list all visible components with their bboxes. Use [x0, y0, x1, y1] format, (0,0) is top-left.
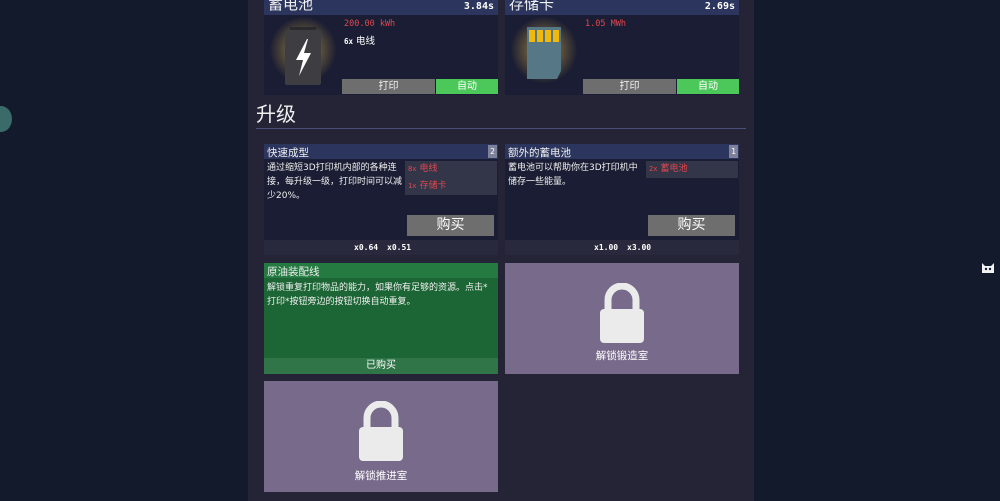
upgrade-description: 解锁重复打印物品的能力，如果你有足够的资源。点击*打印*按钮旁边的按钮切换自动重… — [267, 283, 488, 307]
auto-toggle-button[interactable]: 自动 — [436, 79, 498, 94]
producer-header: 蓄电池 3.84s — [264, 0, 498, 15]
upgrade-header: 原油装配线 — [264, 263, 498, 278]
print-button[interactable]: 打印 — [342, 79, 435, 94]
upgrade-level-badge: 1 — [729, 145, 738, 158]
upgrade-title: 快速成型 — [267, 147, 309, 159]
requirement-name: 电线 — [356, 36, 376, 47]
producer-time: 3.84s — [463, 1, 494, 12]
producer-time: 2.69s — [704, 1, 735, 12]
side-handle[interactable] — [0, 106, 12, 132]
upgrades-divider — [256, 128, 746, 129]
buy-upgrade-button[interactable]: 购买 — [407, 215, 494, 236]
upgrade-cost-item: 8x 电线 — [405, 161, 497, 178]
memory-card-icon — [527, 27, 561, 79]
producer-battery: 蓄电池 3.84s 200.00 kWh 6x 电线 打印 自动 — [264, 0, 498, 95]
upgrade-description: 蓄电池可以帮助你在3D打印机中储存一些能量。 — [508, 163, 638, 187]
upgrades-heading: 升级 — [256, 102, 296, 126]
cost-qty: 2x — [649, 165, 658, 173]
upgrade-description: 通过缩短3D打印机内部的各种连接，每升级一级，打印时间可以减少20%。 — [267, 163, 403, 201]
purchased-status: 已购买 — [264, 358, 498, 374]
cost-name: 蓄电池 — [660, 164, 688, 174]
cost-name: 电线 — [419, 164, 438, 174]
producer-output: 200.00 kWh — [344, 19, 396, 29]
upgrade-level-badge: 2 — [488, 145, 497, 158]
upgrade-card-extra-battery: 额外的蓄电池 1 蓄电池可以帮助你在3D打印机中储存一些能量。 2x 蓄电池 购买… — [505, 144, 739, 255]
lock-icon — [600, 283, 644, 343]
requirement-qty: 6x — [344, 37, 354, 46]
locked-propulsion-room[interactable]: 解锁推进室 — [264, 381, 498, 492]
upgrade-cost-item: 1x 存储卡 — [405, 178, 497, 195]
upgrade-header: 快速成型 2 — [264, 144, 498, 159]
producer-output: 1.05 MWh — [585, 19, 626, 29]
lightning-icon — [285, 27, 321, 85]
next-multiplier: x3.00 — [627, 243, 652, 252]
upgrade-title: 额外的蓄电池 — [508, 147, 571, 159]
purchased-upgrade-crude-assembly: 原油装配线 解锁重复打印物品的能力，如果你有足够的资源。点击*打印*按钮旁边的按… — [264, 263, 498, 374]
producer-requirement: 6x 电线 — [344, 33, 375, 47]
unlock-label: 解锁锻造室 — [595, 350, 649, 362]
game-panel: 蓄电池 3.84s 200.00 kWh 6x 电线 打印 自动 存储卡 2.69… — [248, 0, 754, 501]
upgrade-cost-item: 2x 蓄电池 — [646, 161, 738, 178]
auto-toggle-button[interactable]: 自动 — [677, 79, 739, 94]
upgrade-title: 原油装配线 — [267, 266, 320, 278]
unlock-label: 解锁推进室 — [354, 470, 408, 482]
print-button[interactable]: 打印 — [583, 79, 676, 94]
buy-upgrade-button[interactable]: 购买 — [648, 215, 735, 236]
upgrade-multiplier-bar: x0.64 x0.51 — [264, 240, 498, 255]
cost-qty: 1x — [408, 182, 417, 190]
cost-name: 存储卡 — [419, 181, 447, 191]
current-multiplier: x1.00 — [594, 243, 619, 252]
producer-name: 蓄电池 — [268, 0, 314, 13]
lock-icon — [359, 401, 403, 461]
next-multiplier: x0.51 — [387, 243, 412, 252]
cost-qty: 8x — [408, 165, 417, 173]
producer-header: 存储卡 2.69s — [505, 0, 739, 15]
cat-icon[interactable] — [980, 260, 996, 276]
upgrade-card-rapid-prototyping: 快速成型 2 通过缩短3D打印机内部的各种连接，每升级一级，打印时间可以减少20… — [264, 144, 498, 255]
current-multiplier: x0.64 — [354, 243, 379, 252]
producer-memory-card: 存储卡 2.69s 1.05 MWh 打印 自动 — [505, 0, 739, 95]
locked-forge-room[interactable]: 解锁锻造室 — [505, 263, 739, 374]
producer-name: 存储卡 — [509, 0, 555, 13]
upgrade-multiplier-bar: x1.00 x3.00 — [505, 240, 739, 255]
upgrade-header: 额外的蓄电池 1 — [505, 144, 739, 159]
